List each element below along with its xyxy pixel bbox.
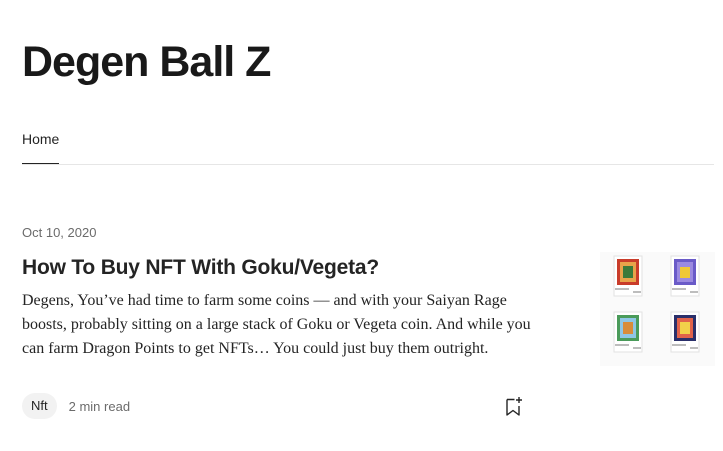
bookmark-add-icon[interactable] [504, 395, 524, 417]
publication-nav: Home [22, 122, 714, 165]
nft-card-3 [613, 311, 643, 353]
article-meta: Nft 2 min read [22, 393, 130, 419]
tab-home[interactable]: Home [22, 122, 60, 164]
publication-title[interactable]: Degen Ball Z [22, 36, 271, 88]
nft-card-1 [613, 255, 643, 297]
nft-card-4 [670, 311, 700, 353]
article-tag[interactable]: Nft [22, 393, 57, 419]
article-card: Oct 10, 2020 How To Buy NFT With Goku/Ve… [22, 222, 715, 432]
read-time: 2 min read [68, 398, 131, 414]
article-date: Oct 10, 2020 [22, 225, 97, 240]
article-thumbnail[interactable] [600, 252, 715, 366]
article-excerpt[interactable]: Degens, You’ve had time to farm some coi… [22, 289, 546, 361]
nft-card-2 [670, 255, 700, 297]
article-title[interactable]: How To Buy NFT With Goku/Vegeta? [22, 255, 379, 281]
